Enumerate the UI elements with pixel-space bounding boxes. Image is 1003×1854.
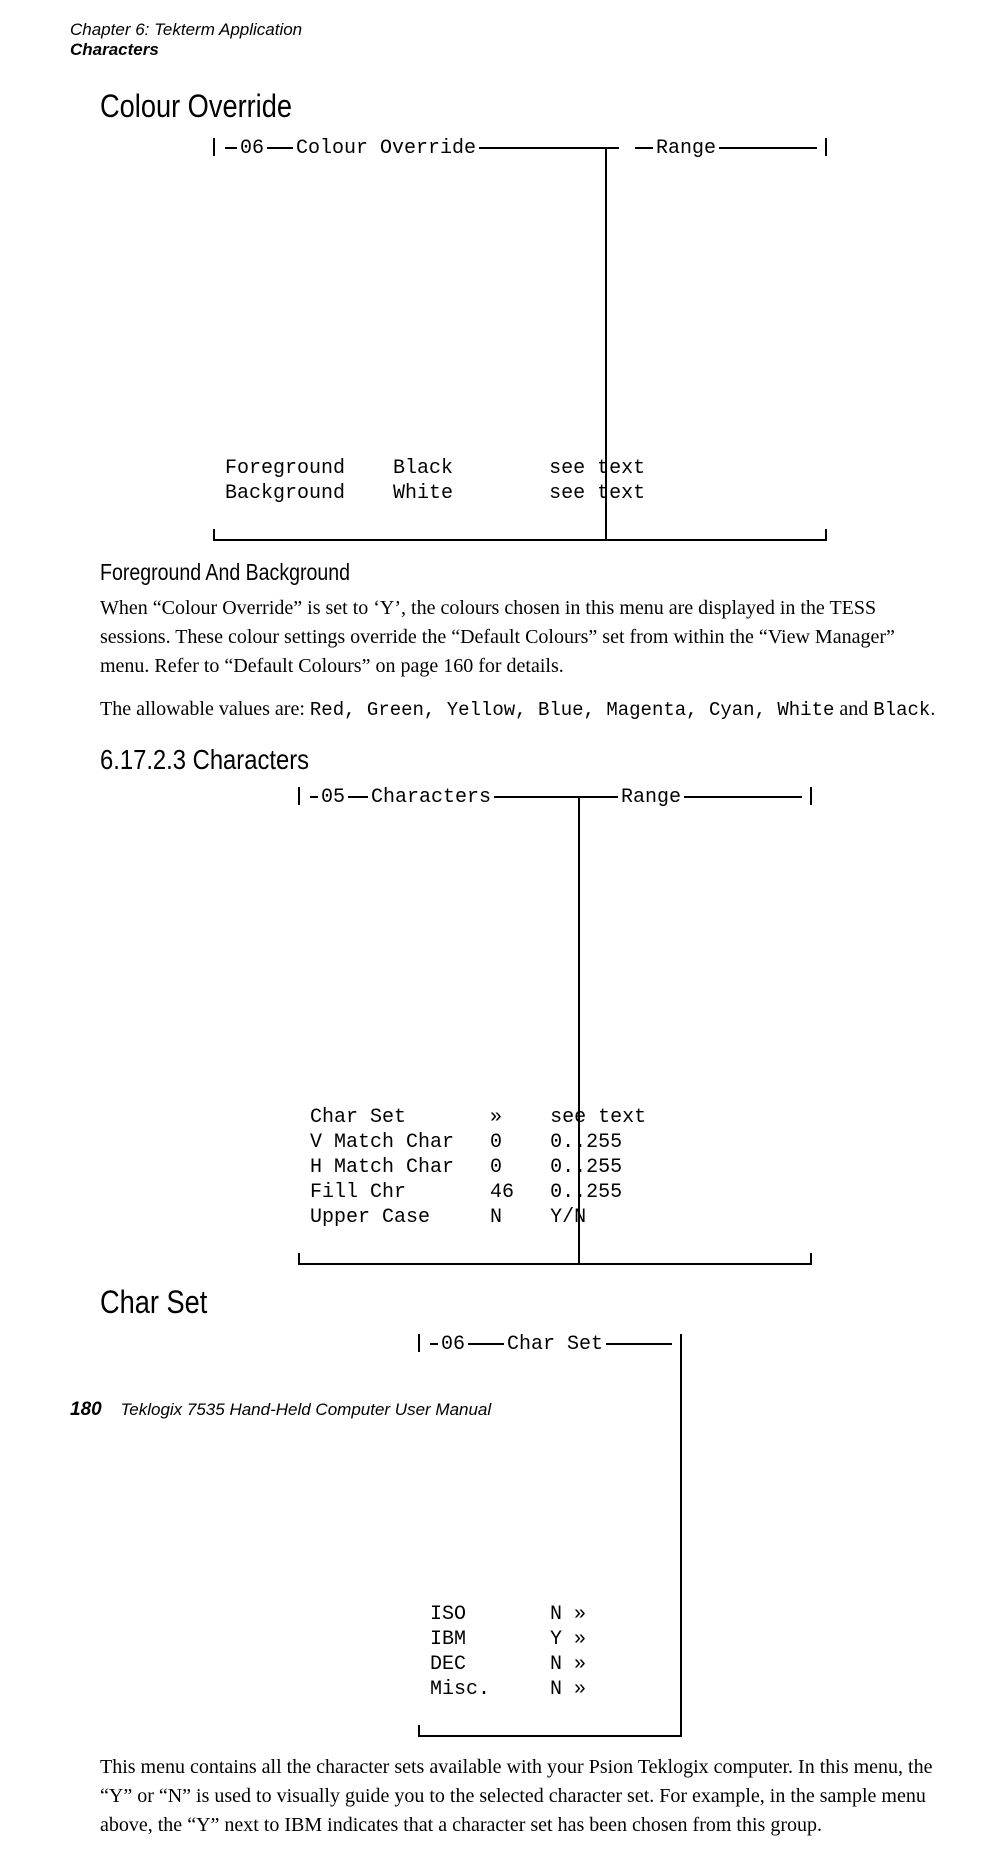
paragraph-fg-bg: When “Colour Override” is set to ‘Y’, th… [100, 594, 940, 681]
menu-row-value: 0 [490, 1156, 502, 1179]
header-chapter: Chapter 6: Tekterm Application [70, 20, 302, 40]
menu-row-value: Y » [550, 1628, 586, 1651]
menu-row-label: Foreground [225, 457, 345, 480]
book-title: Teklogix 7535 Hand-Held Computer User Ma… [120, 1400, 491, 1419]
menu-range-label: Range [653, 136, 719, 161]
menu-range-label: Range [618, 785, 684, 810]
heading-characters: 6.17.2.3 Characters [100, 741, 814, 779]
menu-row-value: Black [393, 457, 453, 480]
header-section: Characters [70, 40, 302, 60]
menu-row-label: IBM [430, 1628, 466, 1651]
menu-row-label: ISO [430, 1603, 466, 1626]
menu-row-label: Background [225, 482, 345, 505]
menu-row-value: » [490, 1106, 502, 1129]
text: and [834, 698, 873, 720]
menu-row-value: N » [550, 1653, 586, 1676]
menu-level: 06 [237, 136, 267, 161]
menu-row-value: White [393, 482, 453, 505]
menu-row-range: see text [549, 482, 645, 505]
menu-title: Characters [368, 785, 494, 810]
menu-row-value: 46 [490, 1181, 514, 1204]
menu-row-range: Y/N [550, 1206, 586, 1229]
page-footer: 180 Teklogix 7535 Hand-Held Computer Use… [70, 1397, 491, 1423]
menu-row-value: 0 [490, 1131, 502, 1154]
heading-char-set: Char Set [100, 1281, 814, 1324]
menu-char-set: 06 Char Set ISO N » IBM Y » DEC N » Misc… [100, 1334, 940, 1737]
paragraph-allowable-values: The allowable values are: Red, Green, Ye… [100, 695, 940, 725]
paragraph-charset: This menu contains all the character set… [100, 1753, 940, 1840]
page-header: Chapter 6: Tekterm Application Character… [70, 20, 302, 61]
menu-row-label: DEC [430, 1653, 466, 1676]
heading-foreground-background: Foreground And Background [100, 557, 814, 588]
allowable-values-list: Red, Green, Yellow, Blue, Magenta, Cyan,… [310, 699, 835, 721]
menu-row-range: 0..255 [550, 1181, 622, 1204]
menu-row-value: N » [550, 1678, 586, 1701]
menu-row-label: Fill Chr [310, 1181, 406, 1204]
menu-title: Char Set [504, 1332, 606, 1357]
menu-row-range: see text [550, 1106, 646, 1129]
menu-row-range: see text [549, 457, 645, 480]
menu-level: 05 [318, 785, 348, 810]
menu-row-label: H Match Char [310, 1156, 454, 1179]
menu-row-value: N » [550, 1603, 586, 1626]
menu-level: 06 [438, 1332, 468, 1357]
menu-row-label: V Match Char [310, 1131, 454, 1154]
menu-row-value: N [490, 1206, 502, 1229]
menu-row-label: Char Set [310, 1106, 406, 1129]
menu-characters: 05 Characters Range Char Set » see text … [100, 787, 940, 1265]
heading-colour-override: Colour Override [100, 85, 814, 128]
allowable-value-last: Black [873, 699, 930, 721]
menu-row-range: 0..255 [550, 1156, 622, 1179]
menu-colour-override: 06 Colour Override Range Foreground Blac… [100, 138, 940, 541]
menu-row-label: Upper Case [310, 1206, 430, 1229]
text: . [930, 698, 935, 720]
text: The allowable values are: [100, 698, 310, 720]
menu-row-range: 0..255 [550, 1131, 622, 1154]
menu-row-label: Misc. [430, 1678, 490, 1701]
menu-title: Colour Override [293, 136, 479, 161]
page-number: 180 [70, 1399, 102, 1420]
page-content: Colour Override 06 Colour Override Range… [100, 85, 940, 1854]
